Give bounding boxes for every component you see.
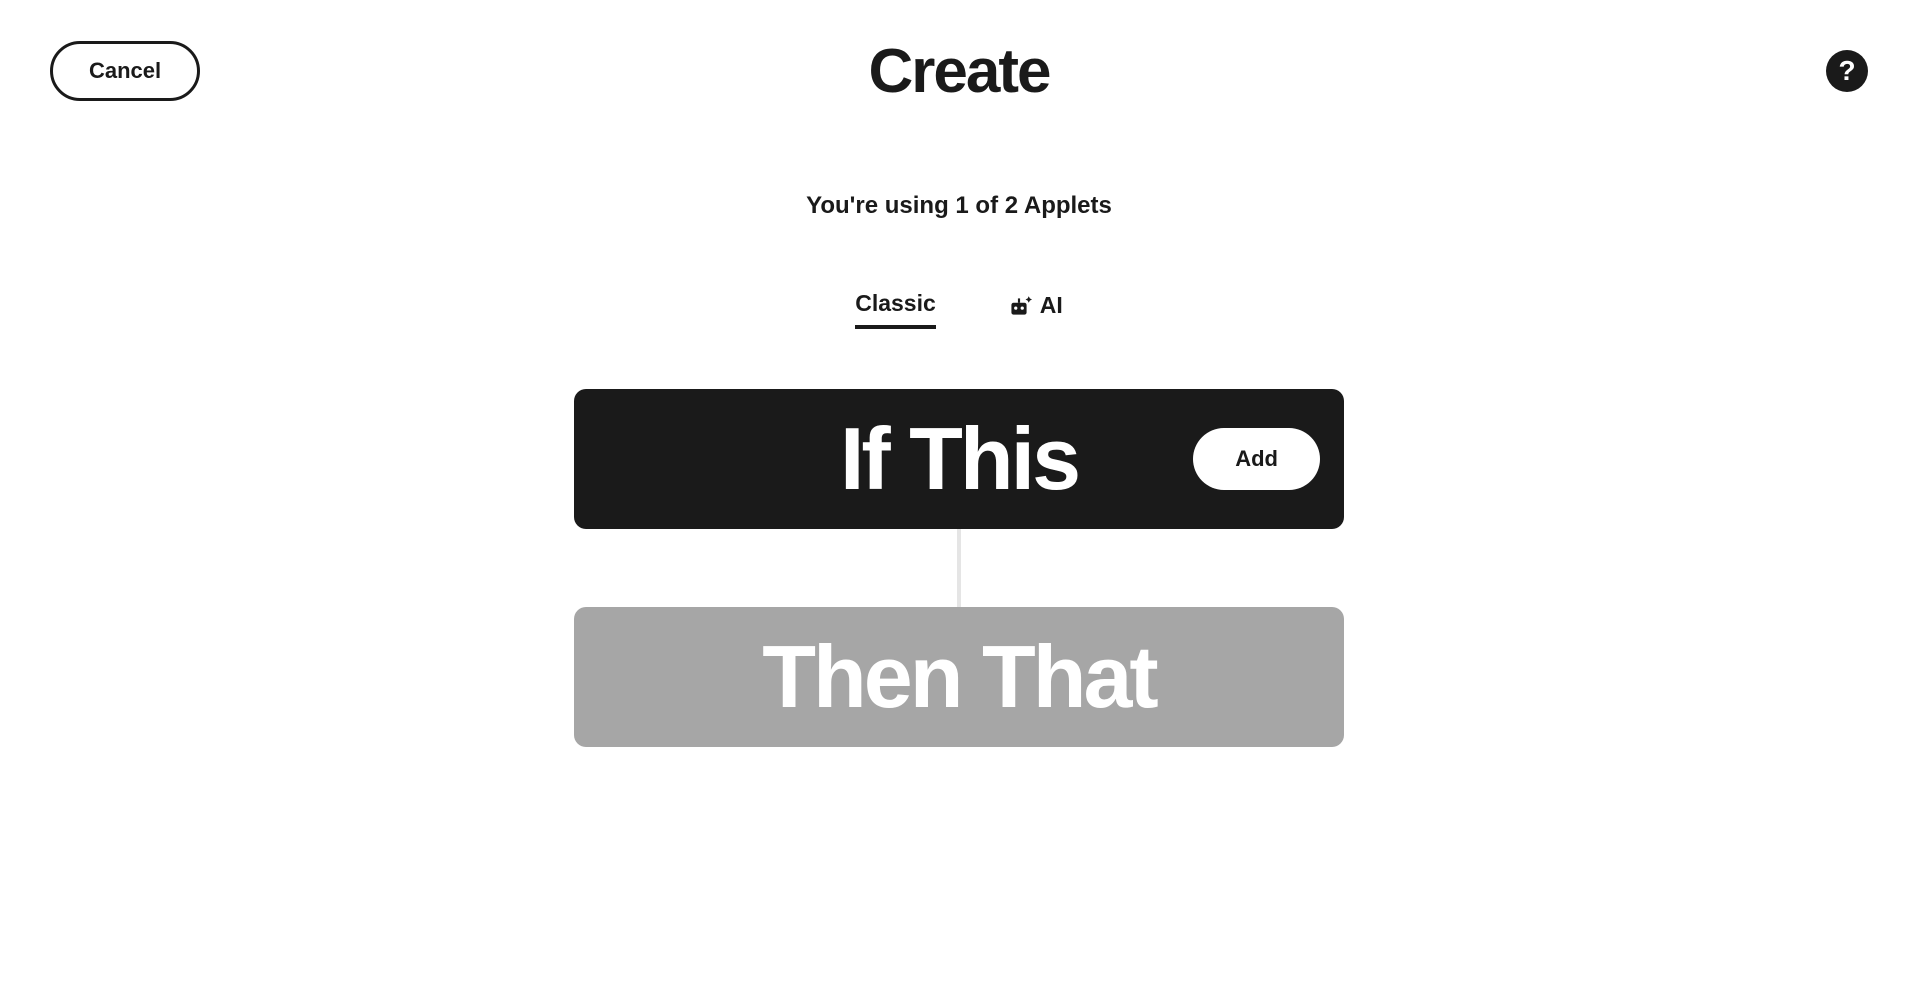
then-that-block[interactable]: Then That <box>574 607 1344 747</box>
blocks-container: If This Add Then That <box>574 389 1344 747</box>
tab-ai-label: AI <box>1040 292 1063 319</box>
robot-icon <box>1006 293 1032 319</box>
help-icon: ? <box>1838 55 1855 87</box>
help-button[interactable]: ? <box>1826 50 1868 92</box>
if-this-label: If This <box>840 408 1078 510</box>
cancel-button[interactable]: Cancel <box>50 41 200 101</box>
main-content: You're using 1 of 2 Applets Classic AI I… <box>0 110 1918 747</box>
tab-classic-label: Classic <box>855 290 936 317</box>
usage-text: You're using 1 of 2 Applets <box>806 192 1112 220</box>
if-this-block[interactable]: If This Add <box>574 389 1344 529</box>
page-title: Create <box>869 36 1050 107</box>
tabs: Classic AI <box>855 290 1063 329</box>
tab-ai[interactable]: AI <box>1006 292 1063 327</box>
add-trigger-button[interactable]: Add <box>1193 428 1320 490</box>
connector-line <box>957 529 961 607</box>
then-that-label: Then That <box>762 626 1155 728</box>
tab-classic[interactable]: Classic <box>855 290 936 329</box>
top-bar: Cancel Create ? <box>0 0 1918 110</box>
